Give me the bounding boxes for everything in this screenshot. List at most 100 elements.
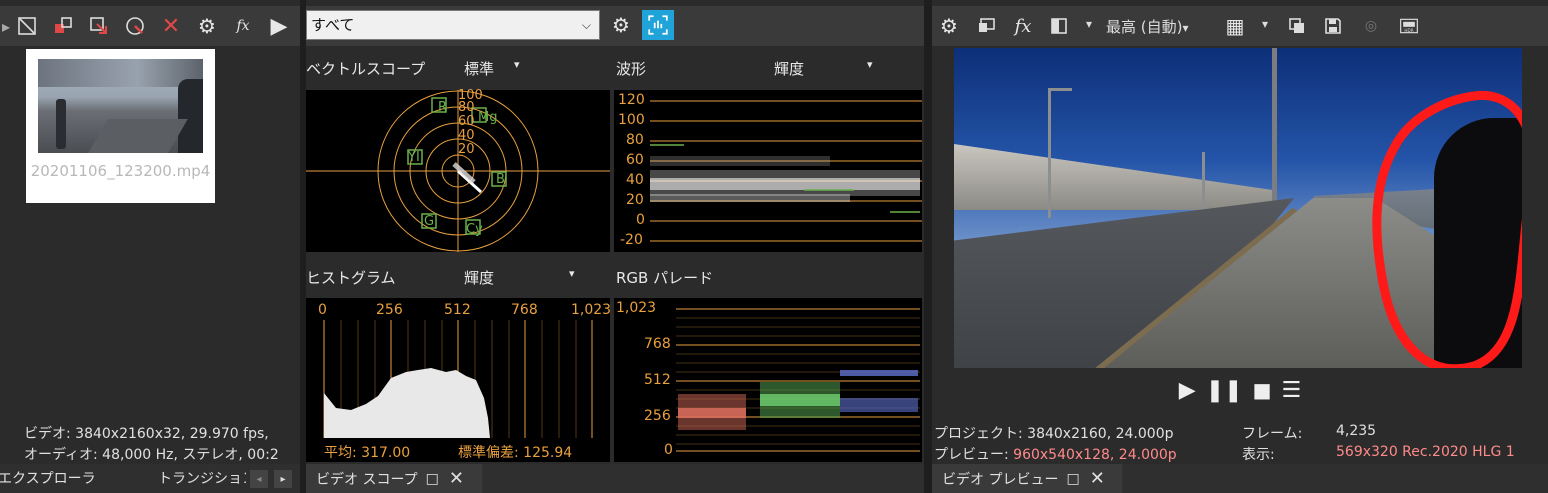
gear-icon[interactable]: ⚙ — [194, 13, 220, 39]
vectorscope-mode[interactable]: 標準 — [464, 58, 494, 79]
target-b: B — [496, 172, 505, 187]
waveform-tick-40: 40 — [626, 172, 644, 188]
copy-snapshot-icon[interactable] — [1284, 13, 1310, 39]
scope-filter-value: すべて — [311, 16, 355, 34]
dock-window-icon[interactable]: □ — [1066, 471, 1079, 487]
histogram-mode[interactable]: 輝度 — [464, 267, 494, 288]
frame-value: 4,235 — [1336, 423, 1377, 439]
tab-video-scopes[interactable]: ビデオ スコープ □ ✕ — [306, 464, 482, 493]
external-monitor-icon[interactable] — [974, 13, 1000, 39]
web-media-icon[interactable] — [122, 13, 148, 39]
tab-explorer[interactable]: エクスプローラ — [0, 468, 138, 488]
histogram-tick-256: 256 — [376, 302, 403, 318]
vectorscope-mode-chevron-icon[interactable]: ▾ — [514, 58, 520, 71]
vectorscope-title: ベクトルスコープ — [306, 60, 426, 78]
explorer-toolbar: ▸ ✕ ⚙ 𝑓x ▶ — [0, 6, 300, 46]
histogram-tick-1023: 1,023 — [571, 302, 611, 318]
video-fx-icon[interactable]: fx — [1010, 13, 1036, 39]
target-g: G — [424, 214, 435, 229]
preview-quality-select[interactable]: 最高 (自動)▾ — [1106, 16, 1189, 37]
histogram-mode-chevron-icon[interactable]: ▾ — [569, 267, 575, 280]
project-label: プロジェクト: — [934, 426, 1023, 442]
preview-tab-bar: ビデオ プレビュー □ ✕ — [932, 464, 1548, 493]
trim-icon[interactable] — [14, 13, 40, 39]
waveform-canvas: 120 100 80 60 40 20 0 -20 — [614, 90, 922, 252]
preview-quality-value: 最高 (自動) — [1106, 18, 1183, 36]
media-thumbnail — [38, 59, 203, 153]
close-icon[interactable]: ✕ — [1090, 468, 1105, 489]
scopes-tab-bar: ビデオ スコープ □ ✕ — [306, 464, 924, 493]
grid-chevron-icon[interactable]: ▾ — [1262, 17, 1268, 31]
quality-chevron-icon: ▾ — [1182, 21, 1189, 35]
preview-gear-icon[interactable]: ⚙ — [936, 13, 962, 39]
save-snapshot-icon[interactable] — [1320, 13, 1346, 39]
tab-scroll-right[interactable]: ▸ — [274, 470, 292, 488]
scopes-toolbar: すべて ⌵ ⚙ — [306, 6, 924, 46]
explorer-tab-bar: エクスプローラ トランジション ◂ ▸ — [0, 464, 300, 493]
waveform-tick-80: 80 — [626, 132, 644, 148]
chevron-down-icon: ⌵ — [581, 18, 591, 32]
menu-icon[interactable]: ☰ — [1281, 378, 1301, 408]
split-screen-chevron-icon[interactable]: ▾ — [1086, 17, 1092, 31]
parade-canvas: 1,023 768 512 256 0 — [614, 298, 922, 462]
preview-area — [932, 46, 1548, 368]
target-cy: Cy — [466, 222, 483, 237]
histogram-average-label: 平均: — [324, 445, 357, 461]
vectorscope-canvas: 100 80 60 40 20 R Mg B Cy G YI — [306, 88, 610, 252]
waveform-tick-100: 100 — [618, 112, 645, 128]
collapse-icon[interactable]: ▸ — [0, 13, 12, 39]
media-fx-icon[interactable]: 𝑓x — [230, 13, 256, 39]
play-icon[interactable]: ▶ — [1179, 378, 1196, 408]
pause-icon[interactable]: ❚❚ — [1206, 378, 1243, 408]
histogram-std-value: 125.94 — [523, 445, 573, 461]
delete-icon[interactable]: ✕ — [158, 13, 184, 39]
waveform-mode-chevron-icon[interactable]: ▾ — [867, 58, 873, 71]
preview-info: プレビュー: 960x540x128, 24.000p — [934, 444, 1177, 464]
histogram-std: 標準偏差: 125.94 — [458, 442, 608, 462]
import-icon[interactable] — [86, 13, 112, 39]
media-convert-icon[interactable] — [50, 13, 76, 39]
tab-scroll-left[interactable]: ◂ — [250, 470, 268, 488]
tab-transition[interactable]: トランジション — [158, 468, 246, 488]
histogram-title: ヒストグラム — [306, 269, 396, 287]
preview-value: 960x540x128, 24.000p — [1013, 447, 1177, 463]
waveform-mode[interactable]: 輝度 — [774, 58, 804, 79]
close-icon[interactable]: ✕ — [449, 468, 464, 489]
split-screen-icon[interactable] — [1046, 13, 1072, 39]
target-r: R — [438, 100, 448, 115]
360-view-icon[interactable]: ◎ — [1358, 13, 1384, 39]
scope-filter-select[interactable]: すべて ⌵ — [306, 10, 600, 40]
tab-video-scopes-label: ビデオ スコープ — [316, 471, 418, 488]
parade-tick-0: 0 — [664, 442, 673, 458]
waveform-tick-120: 120 — [618, 92, 645, 108]
tab-video-preview[interactable]: ビデオ プレビュー □ ✕ — [932, 464, 1122, 493]
panel-divider[interactable] — [924, 0, 932, 493]
histogram-std-label: 標準偏差: — [458, 445, 519, 461]
stop-icon[interactable]: ■ — [1253, 378, 1272, 408]
target-mg: Mg — [478, 110, 498, 125]
grid-overlay-icon[interactable]: ▦ — [1222, 13, 1248, 39]
waveform-tick-60: 60 — [626, 152, 644, 168]
histogram-tick-768: 768 — [511, 302, 538, 318]
svg-text:HDR: HDR — [1404, 28, 1413, 33]
video-info: ビデオ: 3840x2160x32, 29.970 fps, — [24, 426, 269, 442]
hdr-icon[interactable]: HDR — [1396, 13, 1422, 39]
play-icon[interactable]: ▶ — [266, 13, 292, 39]
frame-label: フレーム: — [1242, 426, 1303, 442]
parade-tick-768: 768 — [644, 336, 671, 352]
waveform-tick-0: 0 — [636, 212, 645, 228]
histogram-canvas: 0 256 512 768 1,023 平均: 317.00 標準偏差: 125… — [306, 298, 611, 462]
media-thumbnail-card[interactable]: 20201106_123200.mp4 — [26, 49, 215, 203]
scope-gear-icon[interactable]: ⚙ — [608, 12, 634, 38]
vectorscope-label-60: 60 — [458, 114, 475, 129]
preview-label: プレビュー: — [934, 447, 1009, 463]
audio-info: オーディオ: 48,000 Hz, ステレオ, 00:2 — [24, 447, 279, 463]
dock-window-icon[interactable]: □ — [426, 471, 439, 487]
parade-tick-1023: 1,023 — [616, 300, 657, 316]
scope-update-icon[interactable] — [642, 10, 674, 40]
histogram-tick-512: 512 — [444, 302, 471, 318]
histogram-average: 平均: 317.00 — [324, 442, 410, 462]
video-frame[interactable] — [954, 48, 1522, 368]
display-value: 569x320 Rec.2020 HLG 1 — [1336, 444, 1515, 460]
display-label: 表示: — [1242, 447, 1275, 463]
